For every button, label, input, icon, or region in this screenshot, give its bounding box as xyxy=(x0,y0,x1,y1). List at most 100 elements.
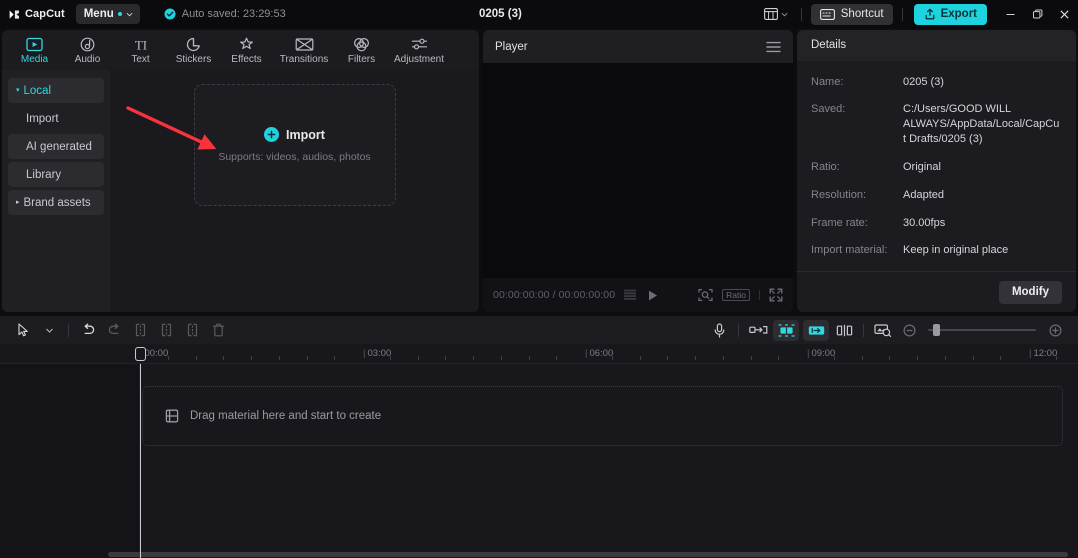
media-icon xyxy=(26,36,43,53)
divider xyxy=(738,324,739,337)
panel-layout-button[interactable] xyxy=(760,4,792,24)
minimize-icon xyxy=(1005,9,1016,20)
player-title: Player xyxy=(495,41,528,53)
player-canvas[interactable] xyxy=(483,63,793,278)
tab-stickers-label: Stickers xyxy=(176,55,212,65)
divider xyxy=(902,8,903,21)
tab-transitions[interactable]: Transitions xyxy=(273,30,335,70)
zoom-fit-button[interactable] xyxy=(698,288,713,302)
timeline-dropzone[interactable]: Drag material here and start to create xyxy=(142,386,1063,446)
details-key: Resolution: xyxy=(811,188,903,203)
mirror-icon xyxy=(778,324,795,337)
sidebar-item-ai-generated[interactable]: AI generated xyxy=(8,134,104,159)
playhead-handle[interactable] xyxy=(135,347,146,361)
ruler-tick xyxy=(223,356,224,360)
zoom-in-button[interactable] xyxy=(1042,319,1068,341)
import-button[interactable]: Import xyxy=(264,127,325,142)
tab-stickers[interactable]: Stickers xyxy=(167,30,220,70)
frames-button[interactable] xyxy=(623,289,638,301)
player-menu-button[interactable] xyxy=(766,41,781,53)
preview-crop-button[interactable] xyxy=(870,319,896,341)
split-button[interactable] xyxy=(127,319,153,341)
sidebar-item-local-label: Local xyxy=(24,85,52,97)
ruler-tick xyxy=(917,356,918,360)
sidebar-item-library-label: Library xyxy=(26,169,61,181)
ruler-label-3: 09:00 xyxy=(807,348,835,359)
ruler-tick xyxy=(1000,356,1001,360)
stickers-icon xyxy=(185,36,202,53)
trim-left-button[interactable] xyxy=(153,319,179,341)
zoom-slider-thumb[interactable] xyxy=(933,324,940,336)
import-label: Import xyxy=(286,128,325,142)
ratio-button[interactable]: Ratio xyxy=(722,289,750,302)
sidebar-item-local[interactable]: ▾ Local xyxy=(8,78,104,103)
menu-button[interactable]: Menu xyxy=(76,4,140,24)
effects-icon xyxy=(238,36,255,53)
minimize-button[interactable] xyxy=(997,0,1024,28)
zoom-out-button[interactable] xyxy=(896,319,922,341)
sidebar-item-brand-assets[interactable]: ▸ Brand assets xyxy=(8,190,104,215)
autosave-text: Auto saved: 23:29:53 xyxy=(182,8,286,20)
modify-button[interactable]: Modify xyxy=(999,281,1062,304)
redo-button[interactable] xyxy=(101,319,127,341)
undo-button[interactable] xyxy=(75,319,101,341)
auto-caption-button[interactable] xyxy=(745,319,771,341)
shortcut-button[interactable]: Shortcut xyxy=(811,4,893,25)
trim-left-icon xyxy=(160,323,173,337)
details-value: C:/Users/GOOD WILL ALWAYS/AppData/Local/… xyxy=(903,102,1062,147)
media-body: ▾ Local Import AI generated Library ▸ Br… xyxy=(2,70,479,312)
details-key: Import material: xyxy=(811,243,903,258)
export-button[interactable]: Export xyxy=(914,4,987,25)
play-icon xyxy=(646,289,659,302)
ruler-tick xyxy=(751,356,752,360)
ruler-tick xyxy=(529,356,530,360)
close-button[interactable] xyxy=(1051,0,1078,28)
tab-adjustment[interactable]: Adjustment xyxy=(388,30,450,70)
details-value: Keep in original place xyxy=(903,243,1008,258)
details-title: Details xyxy=(797,30,1076,61)
split-clip-button[interactable] xyxy=(831,319,857,341)
sidebar-item-import[interactable]: Import xyxy=(8,106,104,131)
hamburger-icon xyxy=(766,41,781,53)
select-tool-dropdown[interactable] xyxy=(36,319,62,341)
timeline-ruler[interactable]: 00:00 03:00 06:00 09:00 12:00 xyxy=(0,344,1078,364)
trim-right-button[interactable] xyxy=(179,319,205,341)
link-icon xyxy=(808,325,825,336)
select-tool-button[interactable] xyxy=(10,319,36,341)
ruler-tick xyxy=(778,356,779,360)
playhead[interactable] xyxy=(140,364,141,558)
timeline-horizontal-scrollbar[interactable] xyxy=(108,552,1068,557)
capcut-window: CapCut Menu Auto saved: 23:29:53 0205 (3… xyxy=(0,0,1078,558)
trim-right-icon xyxy=(186,323,199,337)
ruler-tick xyxy=(251,356,252,360)
tab-text[interactable]: TI Text xyxy=(114,30,167,70)
tab-audio[interactable]: Audio xyxy=(61,30,114,70)
ruler-tick xyxy=(945,356,946,360)
tab-text-label: Text xyxy=(131,55,149,65)
link-toggle[interactable] xyxy=(803,320,829,341)
sidebar-item-library[interactable]: Library xyxy=(8,162,104,187)
maximize-icon xyxy=(1032,9,1043,20)
tab-media[interactable]: Media xyxy=(8,30,61,70)
delete-button[interactable] xyxy=(205,319,231,341)
caption-icon xyxy=(749,324,768,336)
trash-icon xyxy=(212,323,225,337)
player-timecode: 00:00:00:00 / 00:00:00:00 xyxy=(493,289,615,301)
svg-text:TI: TI xyxy=(134,37,146,52)
import-dropzone[interactable]: Import Supports: videos, audios, photos xyxy=(194,84,396,206)
details-list: Name: 0205 (3) Saved: C:/Users/GOOD WILL… xyxy=(797,61,1076,272)
brand-name: CapCut xyxy=(25,8,65,20)
plus-icon xyxy=(264,127,279,142)
play-button[interactable] xyxy=(646,289,659,302)
ruler-gutter xyxy=(0,344,140,363)
timeline-zoom-slider[interactable] xyxy=(928,323,1036,337)
mirror-toggle[interactable] xyxy=(773,320,799,341)
tab-effects[interactable]: Effects xyxy=(220,30,273,70)
window-controls xyxy=(997,0,1078,28)
maximize-button[interactable] xyxy=(1024,0,1051,28)
tab-filters[interactable]: Filters xyxy=(335,30,388,70)
ruler-tick xyxy=(695,356,696,360)
ruler-label-4: 12:00 xyxy=(1029,348,1057,359)
fullscreen-button[interactable] xyxy=(769,288,783,302)
record-voiceover-button[interactable] xyxy=(706,319,732,341)
